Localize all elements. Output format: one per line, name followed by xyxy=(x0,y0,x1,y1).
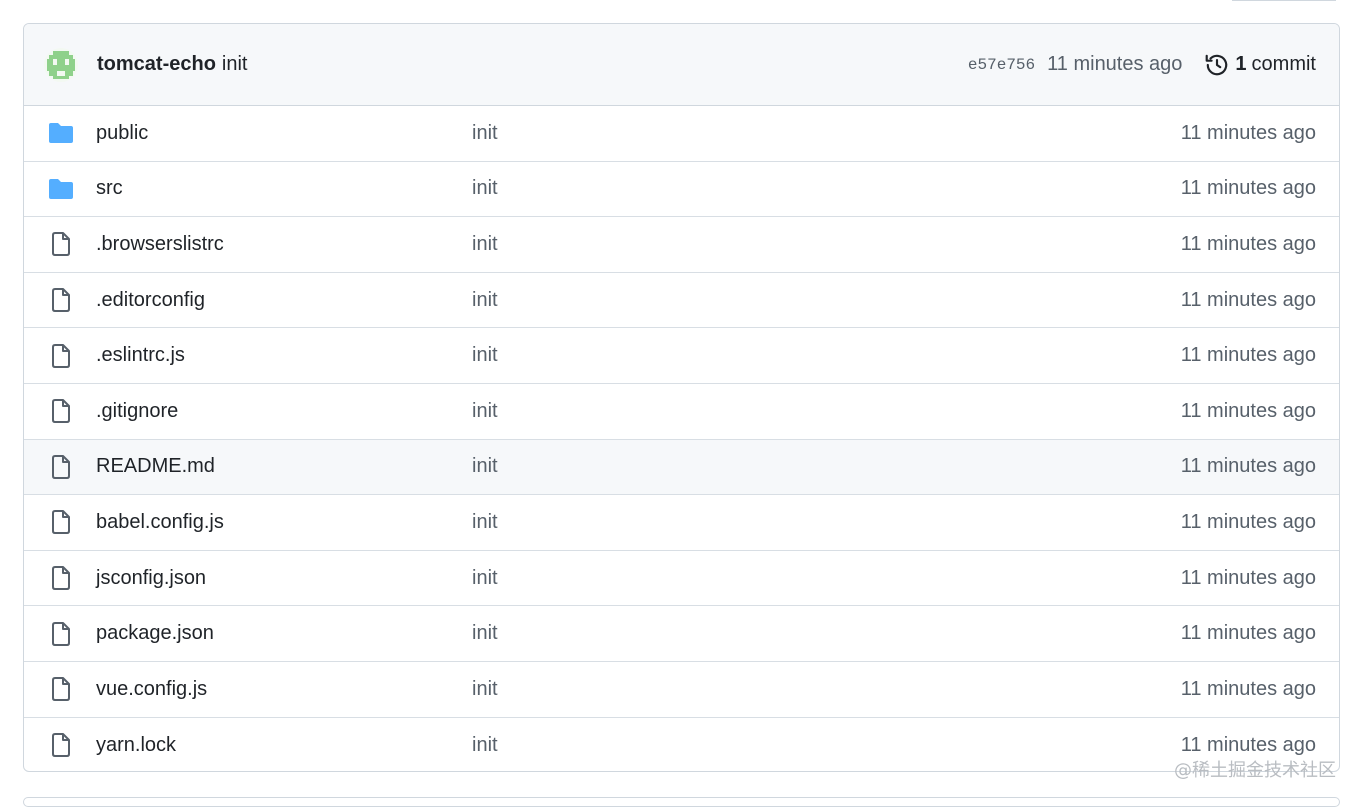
file-icon xyxy=(48,565,74,591)
file-row[interactable]: jsconfig.jsoninit 11 minutes ago xyxy=(24,551,1339,607)
file-icon xyxy=(48,509,74,535)
file-commit-message-link[interactable]: init xyxy=(472,511,498,534)
file-commit-time: 11 minutes ago xyxy=(1181,177,1316,200)
file-icon xyxy=(48,732,74,758)
file-name-link[interactable]: public xyxy=(96,122,472,145)
latest-commit-bar: tomcat-echo init e57e756 11 minutes ago … xyxy=(24,24,1339,106)
file-name-link[interactable]: .eslintrc.js xyxy=(96,344,472,367)
commit-time: 11 minutes ago xyxy=(1047,53,1182,76)
next-panel-edge xyxy=(23,797,1340,807)
file-row[interactable]: .browserslistrcinit 11 minutes ago xyxy=(24,217,1339,273)
file-name-link[interactable]: vue.config.js xyxy=(96,678,472,701)
file-row[interactable]: yarn.lockinit 11 minutes ago xyxy=(24,718,1339,772)
commit-author-link[interactable]: tomcat-echo xyxy=(97,53,216,76)
file-row[interactable]: .editorconfiginit 11 minutes ago xyxy=(24,273,1339,329)
folder-icon xyxy=(48,120,74,146)
file-row[interactable]: README.mdinit 11 minutes ago xyxy=(24,440,1339,496)
file-browser: tomcat-echo init e57e756 11 minutes ago … xyxy=(23,23,1340,772)
commit-history-link[interactable]: 1 commit xyxy=(1204,52,1316,78)
commit-sha-link[interactable]: e57e756 xyxy=(968,56,1035,74)
file-commit-message-link[interactable]: init xyxy=(472,233,498,256)
commit-message-link[interactable]: init xyxy=(222,53,248,76)
file-name-link[interactable]: .editorconfig xyxy=(96,289,472,312)
file-commit-message-link[interactable]: init xyxy=(472,344,498,367)
file-row[interactable]: babel.config.jsinit 11 minutes ago xyxy=(24,495,1339,551)
file-commit-time: 11 minutes ago xyxy=(1181,289,1316,312)
file-list: publicinit11 minutes agosrcinit11 minute… xyxy=(24,106,1339,772)
file-commit-time: 11 minutes ago xyxy=(1181,567,1316,590)
file-name-link[interactable]: yarn.lock xyxy=(96,734,472,757)
file-commit-time: 11 minutes ago xyxy=(1181,734,1316,757)
file-row[interactable]: publicinit 11 minutes ago xyxy=(24,106,1339,162)
file-icon xyxy=(48,343,74,369)
file-commit-message-link[interactable]: init xyxy=(472,567,498,590)
file-commit-message-link[interactable]: init xyxy=(472,122,498,145)
top-divider xyxy=(1232,0,1336,1)
file-commit-message-link[interactable]: init xyxy=(472,177,498,200)
file-commit-message-link[interactable]: init xyxy=(472,734,498,757)
file-commit-message-link[interactable]: init xyxy=(472,455,498,478)
file-commit-time: 11 minutes ago xyxy=(1181,400,1316,423)
avatar[interactable] xyxy=(44,48,78,82)
file-name-link[interactable]: src xyxy=(96,177,472,200)
file-icon xyxy=(48,676,74,702)
file-name-link[interactable]: jsconfig.json xyxy=(96,567,472,590)
file-name-link[interactable]: .gitignore xyxy=(96,400,472,423)
file-commit-time: 11 minutes ago xyxy=(1181,344,1316,367)
file-icon xyxy=(48,398,74,424)
file-commit-time: 11 minutes ago xyxy=(1181,511,1316,534)
commit-count-label: commit xyxy=(1252,53,1316,76)
file-row[interactable]: srcinit 11 minutes ago xyxy=(24,162,1339,218)
file-row[interactable]: .eslintrc.jsinit 11 minutes ago xyxy=(24,328,1339,384)
folder-icon xyxy=(48,176,74,202)
file-commit-time: 11 minutes ago xyxy=(1181,233,1316,256)
file-commit-time: 11 minutes ago xyxy=(1181,122,1316,145)
watermark: @稀土掘金技术社区 xyxy=(1174,756,1336,782)
file-name-link[interactable]: README.md xyxy=(96,455,472,478)
file-name-link[interactable]: package.json xyxy=(96,622,472,645)
file-row[interactable]: vue.config.jsinit 11 minutes ago xyxy=(24,662,1339,718)
file-row[interactable]: package.jsoninit 11 minutes ago xyxy=(24,606,1339,662)
file-commit-time: 11 minutes ago xyxy=(1181,678,1316,701)
file-row[interactable]: .gitignoreinit 11 minutes ago xyxy=(24,384,1339,440)
history-icon xyxy=(1204,52,1230,78)
file-commit-message-link[interactable]: init xyxy=(472,289,498,312)
file-icon xyxy=(48,454,74,480)
file-commit-message-link[interactable]: init xyxy=(472,400,498,423)
file-commit-time: 11 minutes ago xyxy=(1181,455,1316,478)
file-commit-time: 11 minutes ago xyxy=(1181,622,1316,645)
file-name-link[interactable]: babel.config.js xyxy=(96,511,472,534)
file-icon xyxy=(48,287,74,313)
file-commit-message-link[interactable]: init xyxy=(472,622,498,645)
file-icon xyxy=(48,231,74,257)
file-icon xyxy=(48,621,74,647)
file-name-link[interactable]: .browserslistrc xyxy=(96,233,472,256)
commit-count: 1 xyxy=(1235,53,1246,76)
file-commit-message-link[interactable]: init xyxy=(472,678,498,701)
